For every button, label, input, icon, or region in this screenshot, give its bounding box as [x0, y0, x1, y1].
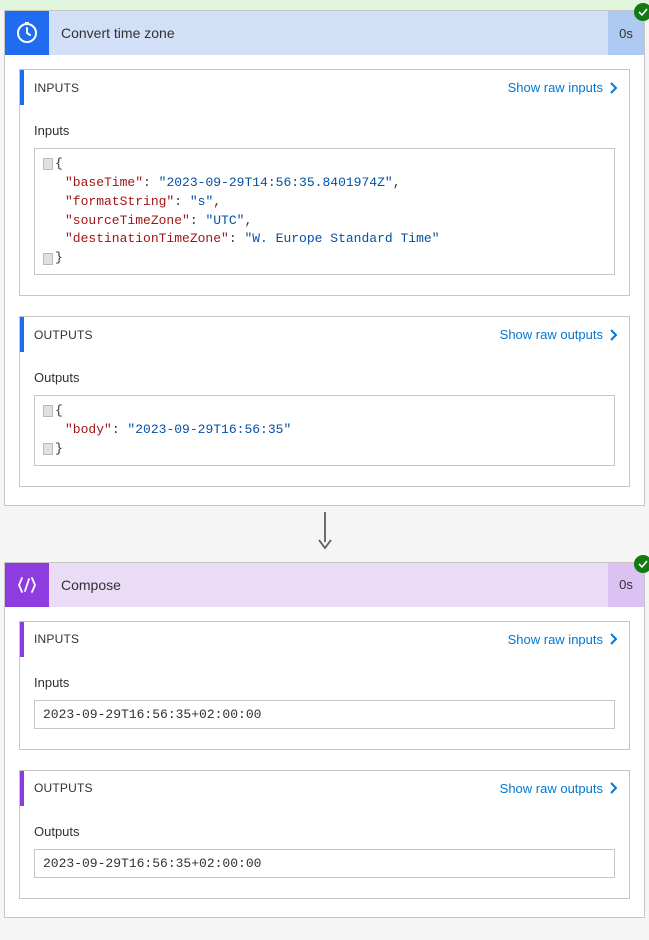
- clock-icon: [5, 11, 49, 55]
- collapse-toggle-icon[interactable]: [43, 253, 53, 265]
- collapse-toggle-icon[interactable]: [43, 158, 53, 170]
- outputs-json-box: {"body": "2023-09-29T16:56:35"}: [34, 395, 615, 466]
- outputs-panel: OUTPUTS Show raw outputs Outputs {"body"…: [19, 316, 630, 487]
- inputs-sub-label: Inputs: [34, 123, 615, 138]
- action-card-compose: Compose 0s INPUTS Show raw inputs Inputs…: [4, 562, 645, 918]
- outputs-sub-label: Outputs: [34, 824, 615, 839]
- collapse-toggle-icon[interactable]: [43, 443, 53, 455]
- action-header[interactable]: Compose 0s: [5, 563, 644, 607]
- show-raw-outputs-link[interactable]: Show raw outputs: [500, 781, 617, 796]
- inputs-panel: INPUTS Show raw inputs Inputs {"baseTime…: [19, 69, 630, 296]
- outputs-panel: OUTPUTS Show raw outputs Outputs 2023-09…: [19, 770, 630, 899]
- show-raw-inputs-link[interactable]: Show raw inputs: [508, 80, 617, 95]
- success-status-icon: [634, 3, 649, 21]
- chevron-right-icon: [609, 633, 617, 645]
- action-header[interactable]: Convert time zone 0s: [5, 11, 644, 55]
- success-status-icon: [634, 555, 649, 573]
- inputs-text-box: 2023-09-29T16:56:35+02:00:00: [34, 700, 615, 729]
- show-raw-inputs-link[interactable]: Show raw inputs: [508, 632, 617, 647]
- inputs-sub-label: Inputs: [34, 675, 615, 690]
- outputs-panel-title: OUTPUTS: [34, 328, 93, 342]
- chevron-right-icon: [609, 782, 617, 794]
- inputs-panel: INPUTS Show raw inputs Inputs 2023-09-29…: [19, 621, 630, 750]
- connector-arrow: [0, 506, 649, 562]
- success-banner: [0, 0, 649, 10]
- outputs-text-box: 2023-09-29T16:56:35+02:00:00: [34, 849, 615, 878]
- show-raw-outputs-link[interactable]: Show raw outputs: [500, 327, 617, 342]
- chevron-right-icon: [609, 82, 617, 94]
- action-title: Compose: [49, 563, 608, 607]
- collapse-toggle-icon[interactable]: [43, 405, 53, 417]
- inputs-panel-title: INPUTS: [34, 81, 79, 95]
- inputs-panel-title: INPUTS: [34, 632, 79, 646]
- outputs-sub-label: Outputs: [34, 370, 615, 385]
- inputs-json-box: {"baseTime": "2023-09-29T14:56:35.840197…: [34, 148, 615, 275]
- chevron-right-icon: [609, 329, 617, 341]
- action-title: Convert time zone: [49, 11, 608, 55]
- action-card-convert-time-zone: Convert time zone 0s INPUTS Show raw inp…: [4, 10, 645, 506]
- outputs-panel-title: OUTPUTS: [34, 781, 93, 795]
- data-operations-icon: [5, 563, 49, 607]
